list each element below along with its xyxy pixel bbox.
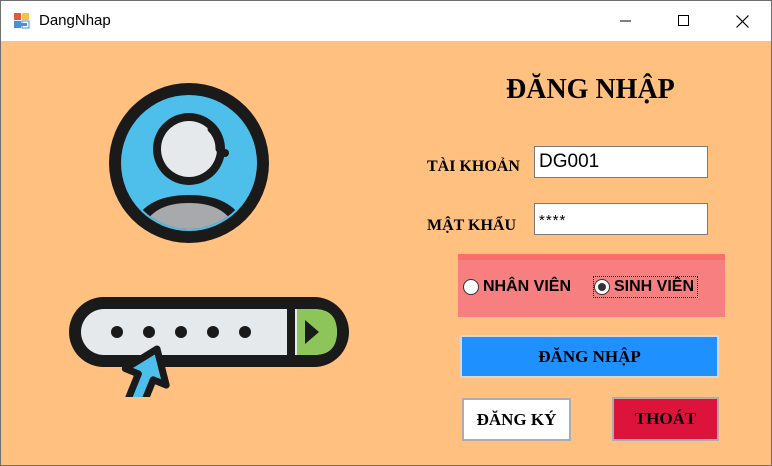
form-body: ĐĂNG NHẬP TÀI KHOẢN MẬT KHẨU NHÂN VIÊN S… (1, 41, 771, 465)
window-title: DangNhap (39, 12, 111, 29)
username-label: TÀI KHOẢN (427, 158, 520, 175)
minimize-button[interactable] (597, 1, 655, 41)
radio-checked-icon (594, 279, 610, 295)
role-group: NHÂN VIÊN SINH VIÊN (458, 254, 725, 317)
login-button[interactable]: ĐĂNG NHẬP (460, 335, 719, 378)
role-label-sinh-vien: SINH VIÊN (614, 278, 695, 295)
role-radio-sinh-vien[interactable]: SINH VIÊN (593, 276, 699, 298)
login-window: DangNhap ĐĂNG NHẬP TÀI KHOẢN DG001 MẬT K… (0, 0, 772, 466)
close-icon (735, 14, 749, 28)
username-input[interactable] (534, 146, 708, 178)
password-input[interactable] (534, 203, 708, 235)
exit-button[interactable]: THOÁT (612, 397, 719, 441)
user-avatar-icon (109, 83, 269, 243)
maximize-button[interactable] (655, 1, 713, 41)
app-icon (14, 13, 30, 29)
login-illustration (69, 83, 349, 397)
minimize-icon (620, 20, 631, 22)
radio-unchecked-icon (463, 279, 479, 295)
role-radio-nhan-vien[interactable]: NHÂN VIÊN (463, 278, 571, 296)
register-button[interactable]: ĐĂNG KÝ (462, 398, 571, 441)
title-bar[interactable]: DangNhap (1, 1, 771, 41)
maximize-icon (678, 15, 689, 26)
role-label-nhan-vien: NHÂN VIÊN (483, 278, 572, 295)
page-title: ĐĂNG NHẬP (506, 74, 675, 105)
password-field-icon (69, 297, 349, 367)
close-button[interactable] (713, 1, 771, 41)
password-label: MẬT KHẨU (427, 217, 517, 234)
